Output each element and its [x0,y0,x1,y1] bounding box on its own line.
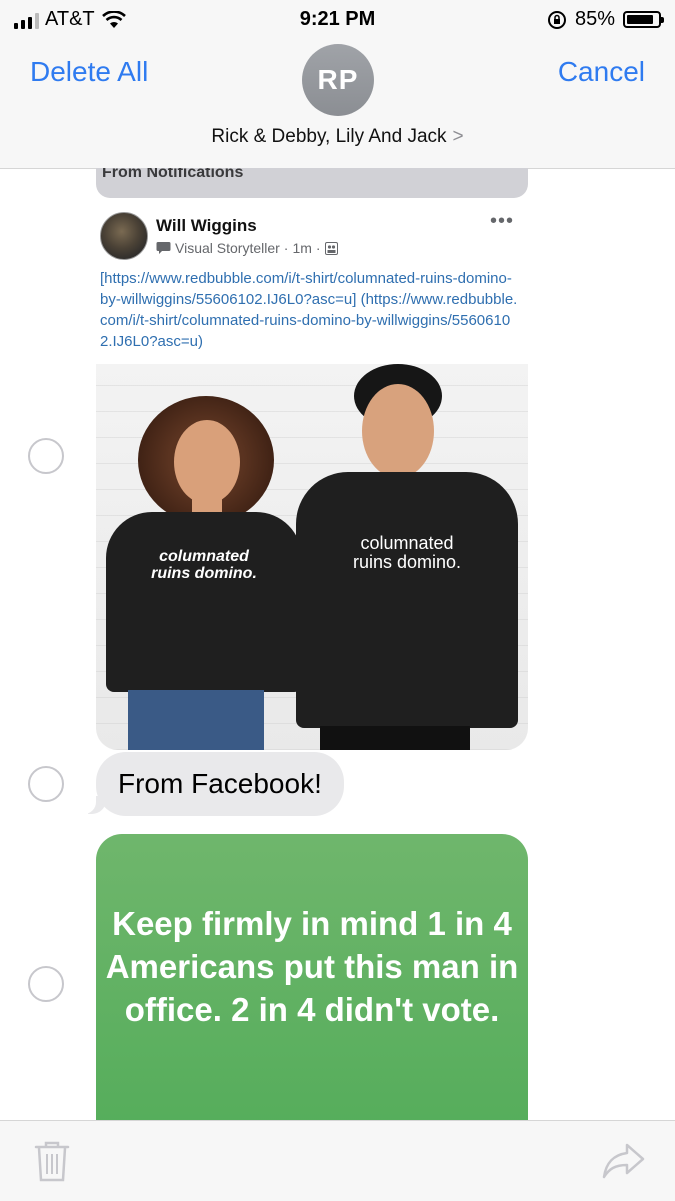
facebook-post-image[interactable]: Will Wiggins Visual Storyteller · 1m · •… [96,198,528,750]
post-meta: Visual Storyteller · 1m · [156,240,338,256]
quote-image[interactable]: Keep firmly in mind 1 in 4 Americans put… [96,834,528,1134]
status-bar: AT&T 9:21 PM 85% [0,0,675,40]
notification-header: From Notifications [96,168,528,198]
delete-all-button[interactable]: Delete All [30,56,148,88]
tshirt-photo: columnated ruins domino. columnated ruin… [96,364,528,750]
post-author: Will Wiggins [156,216,257,235]
avatar[interactable]: RP [302,44,374,116]
profile-picture [100,212,148,260]
post-text: [https://www.redbubble.com/i/t-shirt/col… [100,270,518,350]
share-icon[interactable] [601,1141,645,1181]
author-role: Visual Storyteller [175,240,280,256]
photo-jeans [128,690,264,750]
audience-icon [324,241,338,255]
more-options-icon: ••• [489,210,514,232]
quote-image-text: Keep firmly in mind 1 in 4 Americans put… [105,905,519,1028]
conversation-name[interactable]: Rick & Debby, Lily And Jack > [0,126,675,148]
select-circle-message-2[interactable] [28,766,64,802]
photo-shirt-left: columnated ruins domino. [106,512,302,692]
bottom-toolbar [0,1120,675,1201]
orientation-lock-icon [547,10,566,29]
chevron-right-icon: > [452,126,464,147]
select-circle-message-3[interactable] [28,966,64,1002]
conversation-name-label: Rick & Debby, Lily And Jack [211,126,447,147]
battery-percent: 85% [574,8,615,30]
message-bubble[interactable]: From Facebook! [96,752,344,816]
photo-face-right [362,384,434,478]
cancel-button[interactable]: Cancel [558,56,645,88]
conversation-header: Delete All RP Cancel Rick & Debby, Lily … [0,40,675,169]
select-circle-message-1[interactable] [28,438,64,474]
battery-icon [623,11,664,28]
post-time: 1m [292,240,312,256]
trash-icon[interactable] [32,1139,72,1183]
speech-bubble-icon [156,242,171,254]
status-right: 85% [547,8,664,31]
photo-shirt-right: columnated ruins domino. [296,472,518,728]
